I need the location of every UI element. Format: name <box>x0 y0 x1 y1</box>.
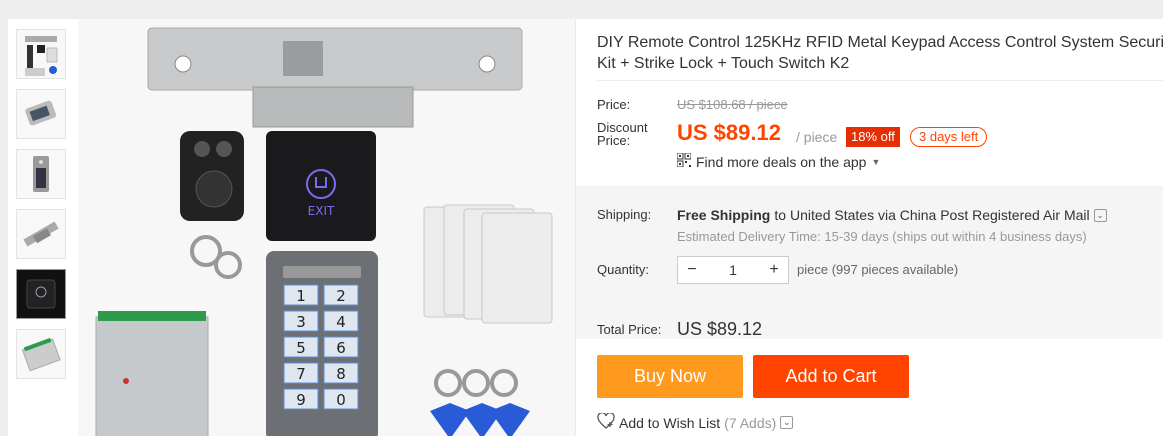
shipping-label: Shipping: <box>597 207 652 222</box>
days-left-badge: 3 days left <box>910 127 988 147</box>
product-title-line-1: DIY Remote Control 125KHz RFID Metal Key… <box>597 34 1163 51</box>
product-title-line-2: Kit + Strike Lock + Touch Switch K2 <box>597 55 850 72</box>
keypad-key-label: 8 <box>336 365 346 383</box>
free-shipping-text: Free Shipping <box>677 207 771 223</box>
total-price-value: US $89.12 <box>677 319 763 339</box>
quantity-label: Quantity: <box>597 262 650 277</box>
add-to-cart-button[interactable]: Add to Cart <box>753 355 909 398</box>
thumbnail-card-reader[interactable] <box>16 89 66 139</box>
delivery-estimate: Estimated Delivery Time: 15-39 days (shi… <box>677 229 1087 244</box>
keypad-key-label: 4 <box>336 313 346 331</box>
quantity-input[interactable]: 1 <box>706 262 760 278</box>
total-price-label: Total Price: <box>597 322 662 337</box>
thumbnail-strip <box>16 29 68 389</box>
shipping-destination: United States via China Post Registered … <box>790 207 1090 223</box>
quantity-stepper: − 1 + <box>677 256 789 284</box>
discount-badge: 18% off <box>846 127 900 147</box>
discount-price-label: Discount Price: <box>597 121 648 147</box>
caret-down-icon: ▼ <box>871 156 881 167</box>
current-price: US $89.12 <box>677 120 781 145</box>
wish-count: (7 Adds) <box>724 414 777 431</box>
wish-list-text: Add to Wish List <box>619 414 721 431</box>
keypad-key-label: 2 <box>336 287 346 305</box>
keypad-key-label: 9 <box>296 391 306 409</box>
app-deals-text: Find more deals on the app <box>696 153 867 170</box>
original-price: US $108.68 / piece <box>677 97 788 112</box>
product-info-panel: DIY Remote Control 125KHz RFID Metal Key… <box>576 19 1163 436</box>
title-divider <box>597 80 1163 81</box>
qr-code-icon <box>676 152 692 170</box>
decrease-quantity-button[interactable]: − <box>678 261 706 279</box>
keypad-key-label: 5 <box>296 339 306 357</box>
keypad-key-label: 6 <box>336 339 346 357</box>
product-page: EXIT 1 2 3 4 5 6 7 8 9 0 DIY Remote Control 125KH… <box>8 19 1163 436</box>
exit-label: EXIT <box>308 204 335 218</box>
thumbnail-strike-lock[interactable] <box>16 209 66 259</box>
main-product-image: EXIT 1 2 3 4 5 6 7 8 9 0 <box>78 19 575 436</box>
keypad-key-label: 1 <box>296 287 306 305</box>
buy-now-button[interactable]: Buy Now <box>597 355 743 398</box>
price-unit: / piece <box>796 129 838 145</box>
keypad-key-label: 3 <box>296 313 306 331</box>
discount-label-line-2: Price: <box>597 133 631 148</box>
price-label: Price: <box>597 97 631 112</box>
shipping-quantity-box: Shipping: Free Shipping to United States… <box>576 186 1163 339</box>
shipping-method[interactable]: Free Shipping to United States via China… <box>677 207 1107 223</box>
product-title: DIY Remote Control 125KHz RFID Metal Key… <box>597 32 1163 74</box>
keypad-key-label: 0 <box>336 391 346 409</box>
heart-icon <box>597 412 615 432</box>
thumbnail-power-supply[interactable] <box>16 329 66 379</box>
thumbnail-exit-button[interactable] <box>16 269 66 319</box>
keypad-key-label: 7 <box>296 365 306 383</box>
chevron-down-icon[interactable]: ⌄ <box>780 416 794 429</box>
chevron-down-icon[interactable]: ⌄ <box>1093 208 1107 222</box>
available-pieces: piece (997 pieces available) <box>797 262 959 277</box>
increase-quantity-button[interactable]: + <box>760 261 788 279</box>
shipping-to-text: to <box>774 207 787 223</box>
app-deals-link[interactable]: Find more deals on the app ▼ <box>676 152 881 170</box>
thumbnail-kit[interactable] <box>16 29 66 79</box>
thumbnail-keypad[interactable] <box>16 149 66 199</box>
wish-list-link[interactable]: Add to Wish List (7 Adds) ⌄ <box>597 412 794 432</box>
